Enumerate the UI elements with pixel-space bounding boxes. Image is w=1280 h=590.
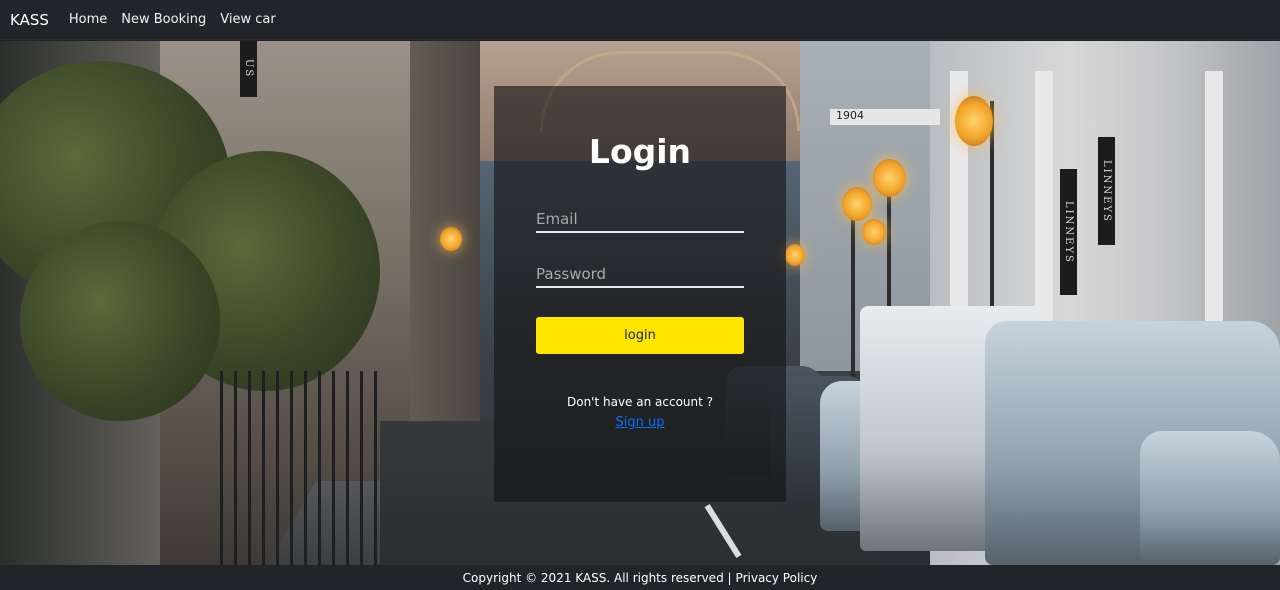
login-button[interactable]: login	[536, 317, 744, 354]
tree	[20, 221, 220, 421]
nav-home[interactable]: Home	[69, 12, 107, 27]
linneys-sign: LINNEYS	[1060, 169, 1077, 295]
copyright-text: Copyright © 2021 KASS. All rights reserv…	[462, 570, 732, 585]
email-field[interactable]	[536, 207, 744, 233]
nav-new-booking[interactable]: New Booking	[121, 12, 206, 27]
signup-prompt: Don't have an account ?	[566, 395, 714, 409]
top-navbar: KASS Home New Booking View car	[0, 0, 1280, 40]
building-column	[1205, 71, 1223, 331]
street-lamp	[440, 227, 462, 251]
street-lamp	[842, 187, 872, 221]
street-lamp	[862, 219, 886, 245]
street-lamp	[785, 244, 805, 266]
building-year-label: 1904	[830, 109, 940, 125]
brand-logo[interactable]: KASS	[10, 11, 49, 29]
password-field[interactable]	[536, 262, 744, 288]
left-shop-sign: US	[240, 41, 257, 97]
nav-view-car[interactable]: View car	[220, 12, 275, 27]
signup-link[interactable]: Sign up	[0, 415, 1280, 430]
footer: Copyright © 2021 KASS. All rights reserv…	[0, 565, 1280, 590]
privacy-policy-link[interactable]: Privacy Policy	[736, 571, 818, 585]
building-column	[1035, 71, 1053, 331]
parked-car	[1140, 431, 1280, 565]
login-title: Login	[588, 132, 692, 171]
